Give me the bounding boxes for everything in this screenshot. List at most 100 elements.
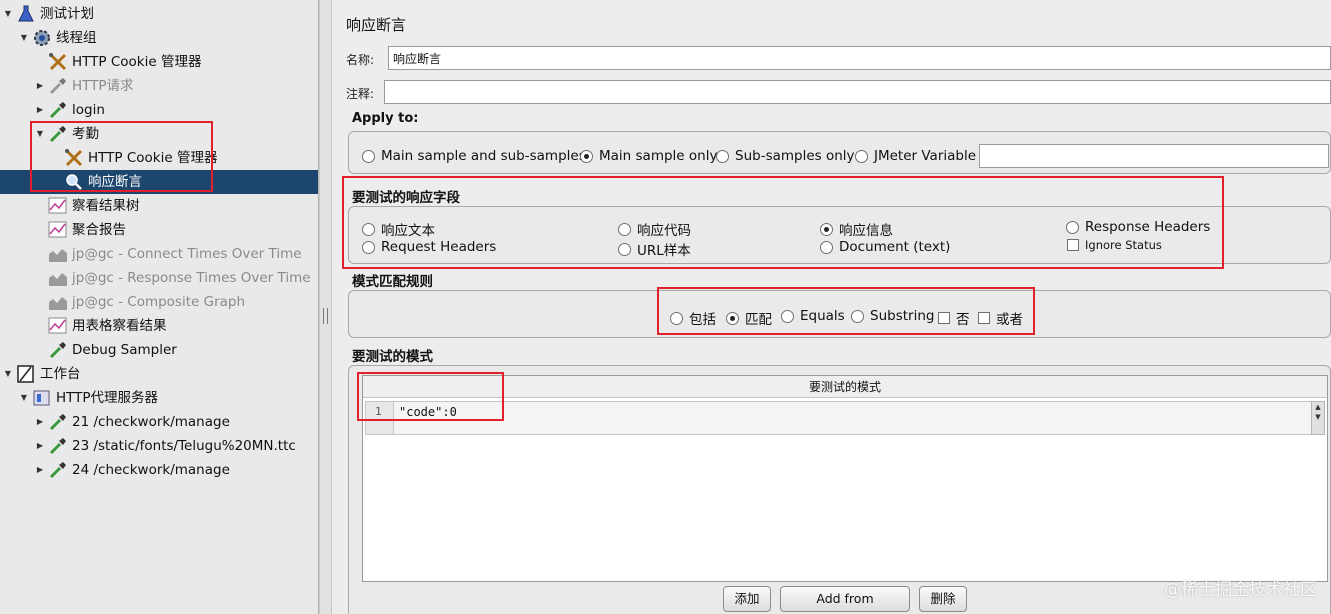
- rule-or-checkbox[interactable]: 或者: [978, 308, 1023, 328]
- tree-node-http-proxy[interactable]: ▼ HTTP代理服务器: [18, 386, 318, 410]
- split-pane-divider[interactable]: [319, 0, 332, 614]
- pipette-icon: [48, 101, 68, 119]
- rule-matches-radio[interactable]: 匹配: [726, 308, 772, 328]
- expand-toggle-icon[interactable]: ▶: [34, 458, 46, 482]
- radio-icon: [618, 222, 631, 236]
- tree-node-label: Debug Sampler: [72, 342, 177, 358]
- comment-field[interactable]: [384, 80, 1331, 104]
- expand-toggle-icon[interactable]: ▶: [34, 434, 46, 458]
- expand-toggle-icon[interactable]: ▼: [2, 362, 14, 386]
- apply-sub-only-radio[interactable]: Sub-samples only: [716, 148, 855, 164]
- apply-jmeter-variable-radio[interactable]: JMeter Variable: [855, 148, 976, 164]
- tree-node-label: HTTP代理服务器: [56, 390, 159, 406]
- expand-toggle-icon[interactable]: ▶: [34, 410, 46, 434]
- tree-node-label: 24 /checkwork/manage: [72, 462, 230, 478]
- chart-icon: [48, 293, 68, 311]
- field-document-text-radio[interactable]: Document (text): [820, 239, 950, 255]
- field-url-sample-radio[interactable]: URL样本: [618, 239, 691, 259]
- gear-icon: [32, 29, 52, 47]
- radio-icon: [618, 242, 631, 256]
- tree-node-attendance[interactable]: ▼ 考勤: [34, 122, 318, 146]
- radio-checked-icon: [726, 311, 739, 325]
- ignore-status-checkbox[interactable]: Ignore Status: [1067, 238, 1162, 252]
- rule-not-checkbox[interactable]: 否: [938, 308, 970, 328]
- radio-icon: [851, 309, 864, 323]
- tree-node-label: 21 /checkwork/manage: [72, 414, 230, 430]
- tree-node-response-assertion[interactable]: 响应断言: [0, 170, 318, 194]
- tree-node-workbench[interactable]: ▼ 工作台: [2, 362, 318, 386]
- radio-icon: [716, 149, 729, 163]
- expand-toggle-icon[interactable]: ▼: [2, 2, 14, 26]
- tree-node-label: 工作台: [40, 366, 81, 382]
- expand-toggle-icon[interactable]: ▶: [34, 74, 46, 98]
- name-field[interactable]: 响应断言: [388, 46, 1331, 70]
- rule-equals-radio[interactable]: Equals: [781, 308, 845, 324]
- add-from-clipboard-button[interactable]: Add from Clipboard: [780, 586, 910, 612]
- rule-contains-radio[interactable]: 包括: [670, 308, 716, 328]
- tree-node-connect-times[interactable]: jp@gc - Connect Times Over Time: [34, 242, 318, 266]
- field-request-headers-radio[interactable]: Request Headers: [362, 239, 496, 255]
- tree-node-label: HTTP Cookie 管理器: [72, 54, 202, 70]
- tree-node-aggregate-report[interactable]: 聚合报告: [34, 218, 318, 242]
- apply-main-only-radio[interactable]: Main sample only: [580, 148, 717, 164]
- pattern-text[interactable]: "code":0: [399, 405, 457, 419]
- graph-icon: [48, 197, 68, 215]
- tree-node-view-results-table[interactable]: 用表格察看结果: [34, 314, 318, 338]
- tree-node-cookie-manager[interactable]: HTTP Cookie 管理器: [34, 50, 318, 74]
- magnifier-icon: [64, 173, 84, 191]
- pipette-icon: [48, 437, 68, 455]
- add-button[interactable]: 添加: [723, 586, 771, 612]
- tree-node-response-times[interactable]: jp@gc - Response Times Over Time: [34, 266, 318, 290]
- expand-toggle-icon[interactable]: ▶: [34, 98, 46, 122]
- pipette-icon: [48, 125, 68, 143]
- patterns-title: 要测试的模式: [352, 349, 433, 365]
- tree-node-label: jp@gc - Composite Graph: [72, 294, 246, 310]
- tree-node-test-plan[interactable]: ▼ 测试计划: [2, 2, 318, 26]
- name-label: 名称:: [346, 53, 375, 67]
- response-field-title: 要测试的响应字段: [352, 190, 460, 206]
- jmeter-variable-field[interactable]: [979, 144, 1329, 168]
- tree-node-login[interactable]: ▶ login: [34, 98, 318, 122]
- tree-node-thread-group[interactable]: ▼ 线程组: [18, 26, 318, 50]
- editor-scrollbar[interactable]: ▲ ▼: [1311, 401, 1325, 435]
- tools-icon: [48, 53, 68, 71]
- tree-node-composite-graph[interactable]: jp@gc - Composite Graph: [34, 290, 318, 314]
- tools-icon: [64, 149, 84, 167]
- pattern-code-editor[interactable]: 1 "code":0: [365, 401, 1315, 435]
- radio-icon: [1066, 220, 1079, 234]
- field-response-message-radio[interactable]: 响应信息: [820, 219, 893, 239]
- tree-node-label: login: [72, 102, 105, 118]
- expand-toggle-icon[interactable]: ▼: [18, 26, 30, 50]
- radio-checked-icon: [820, 222, 833, 236]
- delete-button[interactable]: 删除: [919, 586, 967, 612]
- tree-node-label: 线程组: [56, 30, 97, 46]
- radio-icon: [362, 149, 375, 163]
- radio-icon: [855, 149, 868, 163]
- expand-toggle-icon[interactable]: ▼: [18, 386, 30, 410]
- field-response-code-radio[interactable]: 响应代码: [618, 219, 691, 239]
- field-response-text-radio[interactable]: 响应文本: [362, 219, 435, 239]
- tree-node-http-request[interactable]: ▶ HTTP请求: [34, 74, 318, 98]
- expand-toggle-icon[interactable]: ▼: [34, 122, 46, 146]
- pipette-icon: [48, 413, 68, 431]
- checkbox-icon: [978, 312, 990, 324]
- rule-substring-radio[interactable]: Substring: [851, 308, 934, 324]
- tree-node-recorded-23[interactable]: ▶ 23 /static/fonts/Telugu%20MN.ttc: [34, 434, 318, 458]
- tree-node-debug-sampler[interactable]: Debug Sampler: [34, 338, 318, 362]
- field-response-headers-radio[interactable]: Response Headers: [1066, 219, 1210, 235]
- tree-node-label: 考勤: [72, 126, 99, 142]
- radio-icon: [781, 309, 794, 323]
- tree-node-cookie-manager-child[interactable]: HTTP Cookie 管理器: [50, 146, 318, 170]
- patterns-column-header: 要测试的模式: [363, 376, 1327, 398]
- tree-node-recorded-24[interactable]: ▶ 24 /checkwork/manage: [34, 458, 318, 482]
- tree-node-recorded-21[interactable]: ▶ 21 /checkwork/manage: [34, 410, 318, 434]
- tree-node-label: HTTP请求: [72, 78, 134, 94]
- tree-node-label: jp@gc - Response Times Over Time: [72, 270, 311, 286]
- divider-grip-icon[interactable]: [323, 308, 328, 324]
- patterns-table: 要测试的模式 1 "code":0 ▲ ▼: [362, 375, 1328, 582]
- chart-icon: [48, 269, 68, 287]
- chart-icon: [48, 245, 68, 263]
- apply-main-and-sub-radio[interactable]: Main sample and sub-samples: [362, 148, 586, 164]
- tree-node-view-results-tree[interactable]: 察看结果树: [34, 194, 318, 218]
- workbench-icon: [16, 365, 36, 383]
